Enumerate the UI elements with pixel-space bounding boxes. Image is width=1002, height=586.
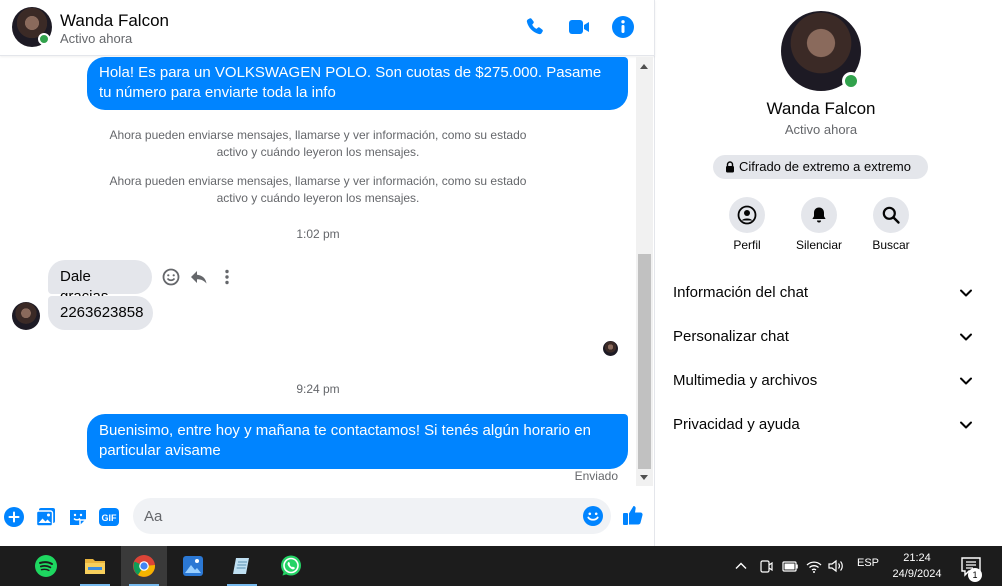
emoji-icon[interactable] <box>582 505 604 527</box>
image-icon[interactable] <box>35 506 57 528</box>
profile-label: Perfil <box>733 238 761 252</box>
chat-column: Wanda Falcon Activo ahora Hola! Es para … <box>0 0 655 546</box>
chrome-app[interactable] <box>121 546 167 586</box>
whatsapp-app[interactable] <box>268 546 314 586</box>
encryption-label: Cifrado de extremo a extremo <box>739 159 911 174</box>
chevron-down-icon <box>960 421 972 429</box>
sticker-icon[interactable] <box>67 506 89 528</box>
online-indicator <box>842 72 860 90</box>
sender-avatar <box>12 302 40 330</box>
bell-icon <box>812 207 826 223</box>
windows-taskbar: ESP 21:24 24/9/2024 1 <box>0 546 1002 586</box>
system-clock[interactable]: 21:24 24/9/2024 <box>884 550 950 582</box>
wifi-icon[interactable] <box>805 557 823 575</box>
chevron-down-icon <box>960 289 972 297</box>
message-composer: GIF <box>0 490 655 546</box>
conversation-info-panel: Wanda Falcon Activo ahora Cifrado de ext… <box>656 0 986 546</box>
thumbs-up-icon[interactable] <box>621 503 645 527</box>
section-label: Personalizar chat <box>673 328 789 345</box>
battery-icon[interactable] <box>781 557 799 575</box>
photos-icon <box>183 556 203 576</box>
gif-icon[interactable]: GIF <box>98 506 120 528</box>
gif-label: GIF <box>102 513 118 523</box>
section-chat-info[interactable]: Información del chat <box>664 273 980 313</box>
section-label: Información del chat <box>673 284 809 301</box>
lock-icon <box>726 161 734 173</box>
online-indicator <box>38 33 50 45</box>
search-icon <box>882 206 900 224</box>
system-notice: Ahora pueden enviarse mensajes, llamarse… <box>109 174 527 205</box>
section-privacy-help[interactable]: Privacidad y ayuda <box>664 405 980 445</box>
video-call-icon[interactable] <box>567 15 591 39</box>
panel-contact-status: Activo ahora <box>784 122 858 137</box>
meet-now-icon[interactable] <box>757 557 775 575</box>
more-options-icon[interactable] <box>216 266 238 288</box>
section-label: Multimedia y archivos <box>673 372 818 389</box>
profile-icon <box>737 205 757 225</box>
notes-app[interactable] <box>219 546 265 586</box>
incoming-message[interactable]: Dale gracias <box>48 260 152 305</box>
timestamp: 9:24 pm <box>296 382 340 396</box>
react-emoji-icon[interactable] <box>160 266 182 288</box>
section-customize-chat[interactable]: Personalizar chat <box>664 317 980 357</box>
notebook-icon <box>233 558 249 574</box>
notification-badge: 1 <box>968 568 982 582</box>
chevron-down-icon <box>960 377 972 385</box>
incoming-message[interactable]: 2263623858 <box>48 296 153 330</box>
plus-icon[interactable] <box>3 506 25 528</box>
panel-scrollbar[interactable] <box>986 0 1002 546</box>
search-label: Buscar <box>872 238 910 252</box>
chrome-icon <box>133 555 156 577</box>
file-explorer-app[interactable] <box>72 546 118 586</box>
photos-app[interactable] <box>170 546 216 586</box>
tray-chevron-up-icon[interactable] <box>732 557 750 575</box>
outgoing-message[interactable]: Buenisimo, entre hoy y mañana te contact… <box>87 414 628 469</box>
reply-icon[interactable] <box>188 266 210 288</box>
encryption-badge[interactable]: Cifrado de extremo a extremo <box>713 155 928 179</box>
phone-icon[interactable] <box>523 15 547 39</box>
system-notice: Ahora pueden enviarse mensajes, llamarse… <box>109 128 527 159</box>
timestamp: 1:02 pm <box>296 227 340 241</box>
read-receipt-avatar <box>603 341 618 356</box>
info-icon[interactable] <box>611 15 635 39</box>
sent-status: Enviado <box>574 469 618 483</box>
volume-icon[interactable] <box>827 557 845 575</box>
chat-header: Wanda Falcon Activo ahora <box>0 0 655 56</box>
section-label: Privacidad y ayuda <box>673 416 800 433</box>
messenger-window: Wanda Falcon Activo ahora Hola! Es para … <box>0 0 1002 546</box>
input-language[interactable]: ESP <box>857 557 879 569</box>
scroll-thumb[interactable] <box>638 254 651 469</box>
section-media-files[interactable]: Multimedia y archivos <box>664 361 980 401</box>
whatsapp-icon <box>281 555 301 576</box>
contact-name[interactable]: Wanda Falcon <box>60 11 169 31</box>
message-input[interactable] <box>133 498 611 534</box>
clock-date: 24/9/2024 <box>892 568 942 580</box>
chevron-down-icon <box>960 333 972 341</box>
message-list[interactable]: Hola! Es para un VOLKSWAGEN POLO. Son cu… <box>0 57 636 486</box>
folder-icon <box>85 559 105 574</box>
panel-contact-name: Wanda Falcon <box>766 99 876 118</box>
scroll-down-arrow[interactable] <box>640 475 648 480</box>
clock-time: 21:24 <box>903 552 931 564</box>
spotify-icon <box>35 555 57 577</box>
scroll-up-arrow[interactable] <box>640 64 648 69</box>
contact-status: Activo ahora <box>60 31 133 46</box>
spotify-app[interactable] <box>23 546 69 586</box>
outgoing-message[interactable]: Hola! Es para un VOLKSWAGEN POLO. Son cu… <box>87 57 628 110</box>
message-scrollbar[interactable] <box>636 57 653 486</box>
mute-label: Silenciar <box>795 238 843 252</box>
